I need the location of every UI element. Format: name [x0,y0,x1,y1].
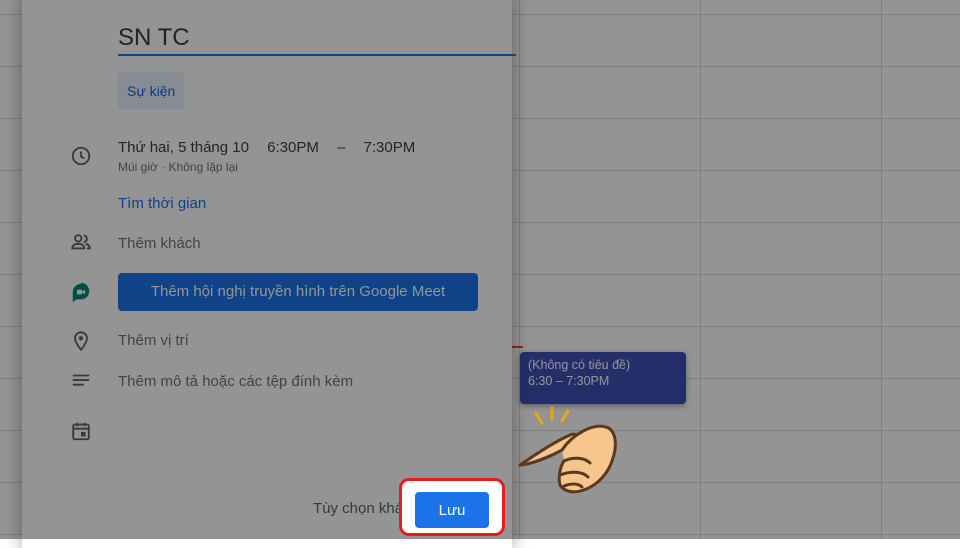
add-guests-field[interactable]: Thêm khách [118,235,201,252]
add-location-field[interactable]: Thêm vị trí [118,332,189,349]
description-icon [72,374,90,386]
event-datetime[interactable]: Thứ hai, 5 tháng 10 6:30PM – 7:30PM [118,139,429,156]
time-separator: – [337,139,346,156]
find-time-link[interactable]: Tìm thời gian [118,195,206,212]
save-highlight-box: Lưu [399,478,505,536]
event-end-time[interactable]: 7:30PM [364,139,416,156]
event-type-tab[interactable]: Sự kiện [118,72,185,110]
calendar-icon [72,422,90,441]
event-title-input[interactable] [118,22,516,56]
event-date[interactable]: Thứ hai, 5 tháng 10 [118,139,249,156]
clock-icon [71,146,91,166]
event-chip-title: (Không có tiêu đề) [528,358,631,372]
event-start-time[interactable]: 6:30PM [267,139,319,156]
pointing-hand-icon [518,406,617,494]
calendar-event-chip[interactable]: (Không có tiêu đề) 6:30 – 7:30PM [520,352,686,404]
save-button[interactable]: Lưu [415,492,489,528]
event-chip-time: 6:30 – 7:30PM [528,374,610,388]
timezone-repeat[interactable]: Múi giờ · Không lặp lại [118,160,238,174]
add-google-meet-button[interactable]: Thêm hội nghị truyền hình trên Google Me… [118,273,478,311]
event-edit-dialog: Sự kiện Thứ hai, 5 tháng 10 6:30PM – 7:3… [22,0,516,548]
more-options-button[interactable]: Tùy chọn khác [313,500,411,517]
people-icon [71,234,91,250]
current-time-indicator [511,346,523,348]
location-pin-icon [74,331,88,352]
add-description-field[interactable]: Thêm mô tả hoặc các tệp đính kèm [118,373,353,390]
google-meet-icon [72,282,90,303]
